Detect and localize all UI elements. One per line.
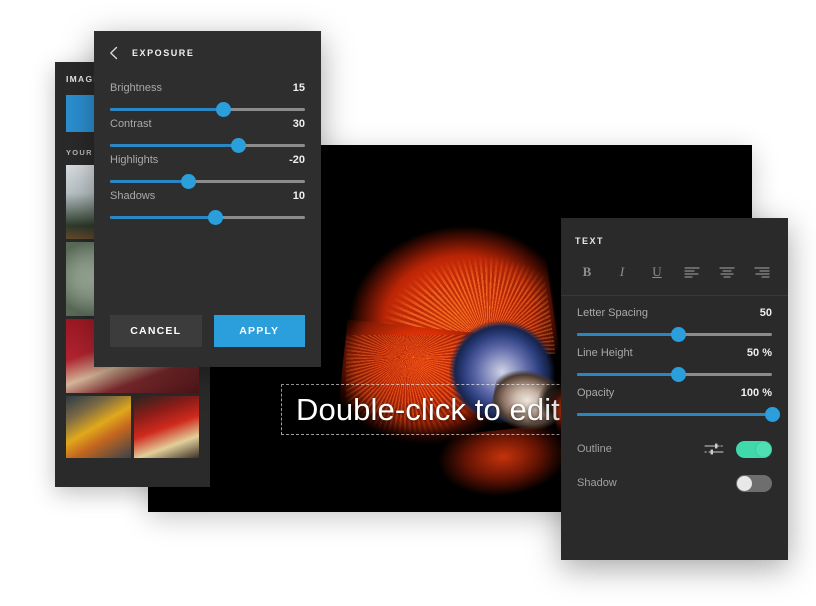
slider-highlights[interactable]: Highlights -20 <box>94 154 321 189</box>
text-panel-title: TEXT <box>575 236 605 246</box>
align-left-icon[interactable] <box>682 262 702 282</box>
exposure-actions: CANCEL APPLY <box>110 315 305 347</box>
slider-opacity-track[interactable] <box>577 407 780 422</box>
slider-letter-spacing-knob[interactable] <box>670 327 686 342</box>
shadow-toggle-nub <box>737 475 752 491</box>
slider-line-height-value: 50 % <box>746 347 772 359</box>
underline-icon[interactable]: U <box>647 262 667 282</box>
slider-shadows-knob[interactable] <box>207 210 223 225</box>
slider-brightness-knob[interactable] <box>215 102 231 117</box>
slider-line-height-label: Line Height <box>577 347 633 359</box>
slider-contrast[interactable]: Contrast 30 <box>94 118 321 153</box>
apply-button[interactable]: APPLY <box>213 315 305 347</box>
slider-letter-spacing-label: Letter Spacing <box>577 307 648 319</box>
slider-brightness-value: 15 <box>292 82 305 94</box>
italic-icon[interactable]: I <box>612 262 632 282</box>
slider-line-height[interactable]: Line Height 50 % <box>561 347 788 382</box>
bold-icon[interactable]: B <box>577 262 597 282</box>
slider-contrast-label: Contrast <box>110 118 152 130</box>
outline-toggle[interactable] <box>736 440 772 458</box>
slider-line-height-knob[interactable] <box>670 367 686 382</box>
exposure-dialog[interactable]: EXPOSURE Brightness 15 Contrast 30 Highl… <box>94 31 321 367</box>
text-effect-toggles: Outline Shadow <box>561 432 788 500</box>
slider-shadows-track[interactable] <box>110 210 305 225</box>
slider-brightness-label: Brightness <box>110 82 162 94</box>
thumbnail-red-classic-car[interactable] <box>134 396 199 458</box>
slider-contrast-knob[interactable] <box>231 138 247 153</box>
shadow-label: Shadow <box>577 477 617 489</box>
slider-shadows[interactable]: Shadows 10 <box>94 190 321 225</box>
text-panel[interactable]: TEXT B I U Letter Spacing 50 Line Height… <box>561 218 788 560</box>
cancel-button[interactable]: CANCEL <box>110 315 202 347</box>
outline-settings-icon[interactable] <box>704 442 724 456</box>
chevron-left-icon[interactable] <box>107 46 121 60</box>
slider-contrast-value: 30 <box>292 118 305 130</box>
slider-letter-spacing[interactable]: Letter Spacing 50 <box>561 307 788 342</box>
slider-opacity-knob[interactable] <box>764 407 780 422</box>
slider-opacity-value: 100 % <box>740 387 772 399</box>
outline-toggle-nub <box>756 441 771 457</box>
toolbar-divider <box>561 295 788 296</box>
slider-letter-spacing-track[interactable] <box>577 327 772 342</box>
slider-letter-spacing-value: 50 <box>759 307 772 319</box>
slider-line-height-track[interactable] <box>577 367 772 382</box>
slider-brightness[interactable]: Brightness 15 <box>94 82 321 117</box>
outline-row[interactable]: Outline <box>577 432 772 466</box>
align-center-icon[interactable] <box>717 262 737 282</box>
exposure-title: EXPOSURE <box>132 48 195 58</box>
slider-brightness-track[interactable] <box>110 102 305 117</box>
slider-highlights-label: Highlights <box>110 154 159 166</box>
align-right-icon[interactable] <box>752 262 772 282</box>
outline-label: Outline <box>577 443 612 455</box>
slider-opacity-label: Opacity <box>577 387 615 399</box>
shadow-row[interactable]: Shadow <box>577 466 772 500</box>
slider-contrast-track[interactable] <box>110 138 305 153</box>
slider-shadows-label: Shadows <box>110 190 156 202</box>
slider-highlights-track[interactable] <box>110 174 305 189</box>
slider-opacity[interactable]: Opacity 100 % <box>561 387 788 422</box>
shadow-toggle[interactable] <box>736 474 772 492</box>
slider-highlights-value: -20 <box>289 154 305 166</box>
thumbnail-taxi-street[interactable] <box>66 396 131 458</box>
exposure-header: EXPOSURE <box>94 31 321 75</box>
text-format-toolbar: B I U <box>561 246 788 282</box>
app-screenshot: Double-click to edit text IMAGE MANAGER … <box>0 0 816 606</box>
slider-shadows-value: 10 <box>292 190 305 202</box>
thumbnail-row <box>66 396 199 458</box>
slider-highlights-knob[interactable] <box>180 174 196 189</box>
